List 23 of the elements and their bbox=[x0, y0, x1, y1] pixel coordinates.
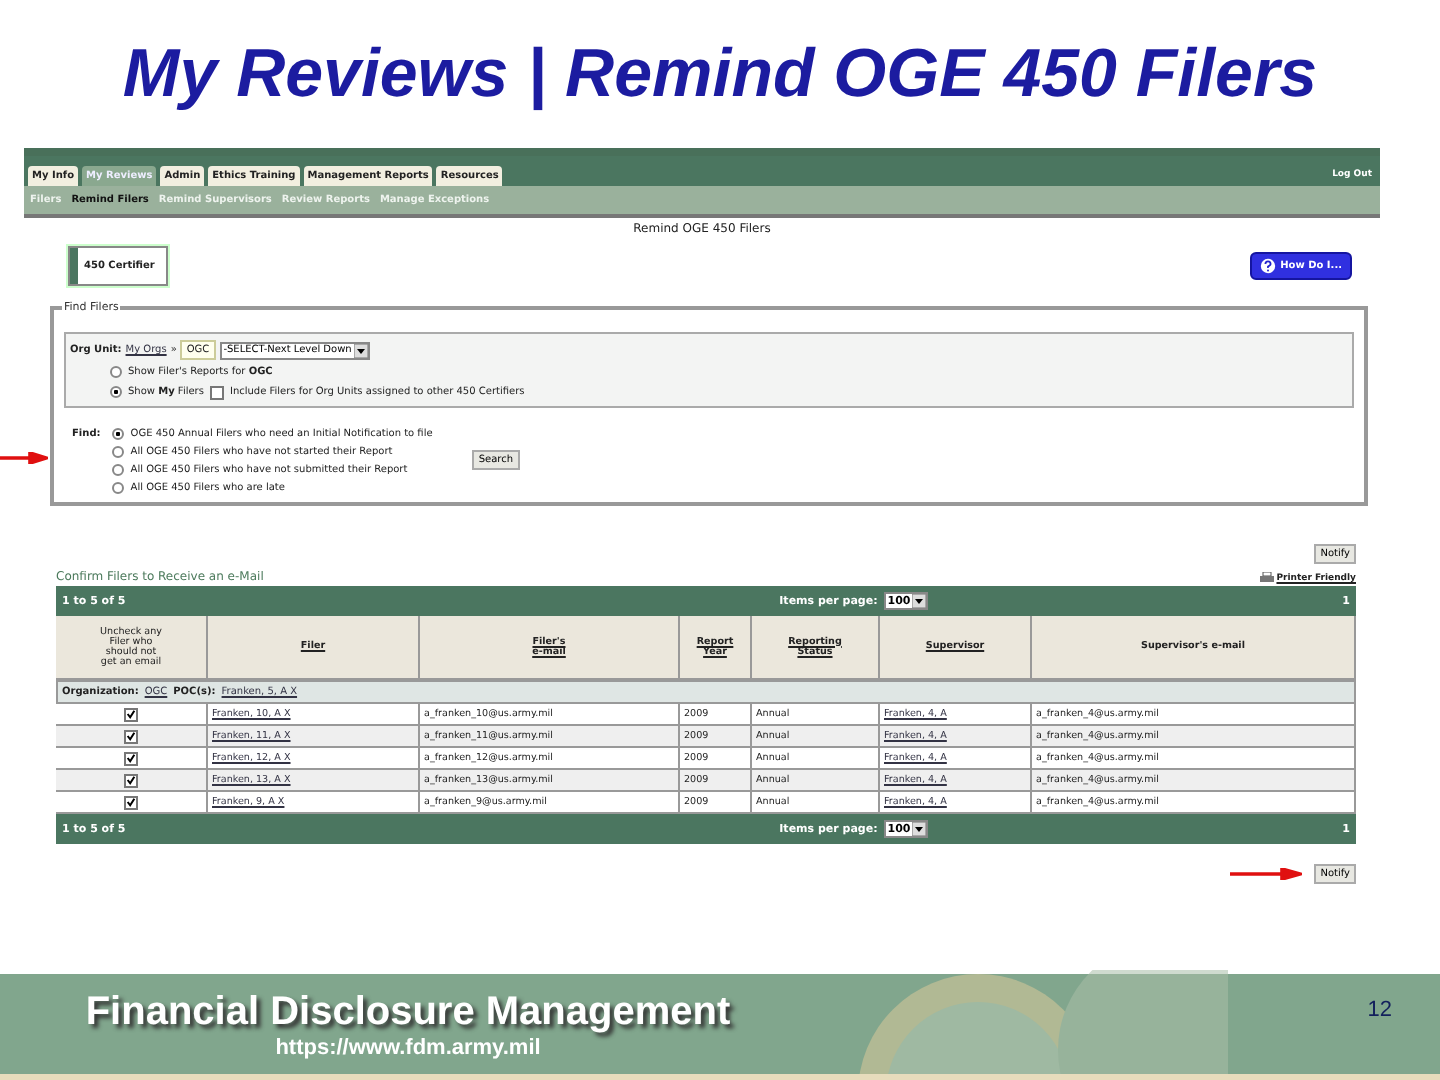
radio-button[interactable] bbox=[110, 366, 122, 378]
radio-button[interactable] bbox=[110, 386, 122, 398]
checkbox[interactable] bbox=[124, 751, 138, 765]
checkbox[interactable] bbox=[209, 385, 224, 399]
printer-icon bbox=[1260, 572, 1275, 584]
slide-title: My Reviews | Remind OGE 450 Filers bbox=[120, 33, 1320, 115]
slide-number: 12 bbox=[1367, 998, 1392, 1022]
help-icon bbox=[1260, 258, 1277, 274]
checkbox[interactable] bbox=[124, 773, 138, 787]
site-url: https://www.fdm.army.mil bbox=[275, 1035, 541, 1059]
brand-name: Financial Disclosure Management bbox=[85, 989, 731, 1035]
dropdown-arrow-icon bbox=[912, 822, 927, 836]
pointer-arrow bbox=[0, 452, 48, 464]
checkbox[interactable] bbox=[124, 729, 138, 743]
checkbox[interactable] bbox=[124, 707, 138, 721]
radio-button[interactable] bbox=[112, 481, 125, 493]
radio-button[interactable] bbox=[112, 445, 125, 457]
pointer-arrow bbox=[1230, 868, 1303, 880]
radio-button[interactable] bbox=[112, 463, 125, 475]
radio-button[interactable] bbox=[112, 427, 125, 439]
dropdown-arrow-icon bbox=[912, 594, 927, 608]
checkbox[interactable] bbox=[124, 795, 138, 809]
dropdown-arrow-icon bbox=[353, 343, 368, 357]
